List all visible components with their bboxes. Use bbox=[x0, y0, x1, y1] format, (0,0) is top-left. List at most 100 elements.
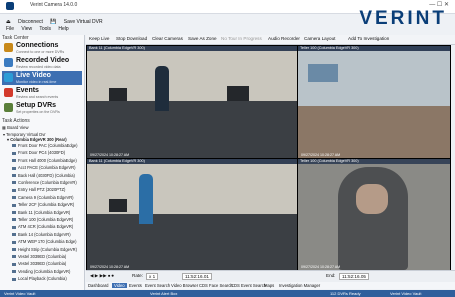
task-events[interactable]: Events Review and search events bbox=[2, 86, 82, 100]
app-title: Verint Camera 14.0.0 bbox=[30, 2, 78, 8]
camera-icon bbox=[12, 233, 16, 237]
tab-maps[interactable]: Maps bbox=[264, 283, 274, 288]
main-toolbar: Keep Live Stop Download Clear Cameras Sa… bbox=[86, 35, 455, 45]
tab-investigation-manager[interactable]: Investigation Manager bbox=[279, 283, 320, 288]
camera-tree-item[interactable]: Entry Hall PTZ (3020PTZ) bbox=[12, 187, 65, 192]
tab-video-browser[interactable]: Video Browser bbox=[171, 283, 198, 288]
disconnect-button[interactable]: ⏏ Disconnect bbox=[6, 16, 43, 25]
camera-icon bbox=[12, 174, 16, 178]
person-figure bbox=[139, 174, 153, 224]
camera-icon bbox=[12, 188, 16, 192]
camera-icon bbox=[12, 211, 16, 215]
left-panel: Task Center Connections Connect to one o… bbox=[0, 35, 85, 290]
rate-select[interactable]: x 1 bbox=[146, 273, 159, 280]
save-virtual-dvr-button[interactable]: 💾 Save Virtual DVR bbox=[50, 16, 102, 25]
camera-icon bbox=[12, 277, 16, 281]
playback-bar: ◀ ▶ ▶▶ ⏹ ⏺ Rate: x 1 11:52:16.01 End: 11… bbox=[86, 270, 455, 282]
tab-event-search[interactable]: Event Search bbox=[145, 283, 170, 288]
tab-cds-event-search[interactable]: CDS Event Search bbox=[231, 283, 266, 288]
camera-layout-select[interactable]: Camera Layout bbox=[304, 36, 335, 41]
camera-tree-item[interactable]: Front Door PAC (ColumbiaEdge) bbox=[12, 143, 78, 148]
tab-video[interactable]: Video bbox=[112, 283, 127, 288]
menu-bar: File View Tools Help bbox=[0, 26, 200, 34]
tile-title: Bank 11 (Columbia EdgeVR 300) bbox=[87, 159, 297, 164]
setup-dvrs-icon bbox=[4, 103, 13, 112]
camera-tree-item[interactable]: ATM 4CR (Columbia EdgeVR) bbox=[12, 224, 73, 229]
camera-icon bbox=[12, 262, 16, 266]
task-setup-dvrs[interactable]: Setup DVRs Set properties on the DVRs bbox=[2, 101, 82, 115]
time-field[interactable]: 11:52:16.01 bbox=[182, 273, 212, 280]
keep-live-button[interactable]: Keep Live bbox=[89, 36, 109, 41]
recorded-video-icon bbox=[4, 58, 13, 67]
task-connections[interactable]: Connections Connect to one or more DVRs bbox=[2, 41, 82, 55]
person-figure bbox=[155, 66, 169, 111]
camera-icon bbox=[12, 248, 16, 252]
task-live-video[interactable]: Live Video Monitor video in real-time bbox=[2, 71, 82, 85]
poster-shape bbox=[308, 64, 338, 82]
monitor-shape bbox=[227, 86, 249, 101]
camera-tree-item[interactable]: Height Strip (Columbia EdgeVR) bbox=[12, 247, 77, 252]
status-mid: Verint Alert Box bbox=[150, 291, 178, 296]
camera-tree-item[interactable]: ATM WEP 170 (Columbia Edge) bbox=[12, 239, 77, 244]
window-controls[interactable]: — ☐ ✕ bbox=[429, 1, 449, 8]
camera-tree-item[interactable]: Back Hall (4030FD) (Columbia) bbox=[12, 173, 75, 178]
camera-tree-item[interactable]: Camera 9 (Columbia EdgeVR) bbox=[12, 195, 74, 200]
tile-title: Bank 11 (Columbia EdgeVR 300) bbox=[87, 46, 297, 51]
menu-help[interactable]: Help bbox=[58, 26, 68, 32]
tab-events[interactable]: Events bbox=[129, 283, 142, 288]
save-as-zone-button[interactable]: Save As Zone bbox=[188, 36, 217, 41]
tile-title: Teller 100 (Columbia EdgeVR 300) bbox=[298, 46, 450, 51]
video-scene-floor bbox=[87, 214, 297, 270]
tile-timestamp: 09/27/2024 10:28:27 AM bbox=[301, 265, 341, 269]
video-tile[interactable]: Teller 100 (Columbia EdgeVR 300) 09/27/2… bbox=[297, 45, 451, 159]
camera-icon bbox=[12, 196, 16, 200]
stop-download-button[interactable]: Stop Download bbox=[116, 36, 147, 41]
tree-group[interactable]: ▾ Columbia EdgeVR 300 (Rear) bbox=[7, 137, 67, 142]
camera-tree-item[interactable]: Local Playback (Columbia) bbox=[12, 276, 67, 281]
camera-tree-item[interactable]: Front Hall 4000 (ColumbiaEdge) bbox=[12, 158, 77, 163]
camera-tree-item[interactable]: Bank 14 (Columbia EdgeVR) bbox=[12, 232, 71, 237]
add-to-investigation-button[interactable]: Add To Investigation bbox=[348, 36, 389, 41]
tab-dashboard[interactable]: Dashboard bbox=[88, 283, 109, 288]
camera-icon bbox=[12, 203, 16, 207]
connections-icon bbox=[4, 43, 13, 52]
menu-file[interactable]: File bbox=[6, 26, 14, 32]
events-icon bbox=[4, 88, 13, 97]
task-recorded-video[interactable]: Recorded Video Review recorded video dat… bbox=[2, 56, 82, 70]
camera-tree-item[interactable]: Vestel 3039ED (Columbia) bbox=[12, 261, 66, 266]
menu-view[interactable]: View bbox=[21, 26, 32, 32]
playback-controls-icon[interactable]: ◀ ▶ ▶▶ ⏹ ⏺ bbox=[90, 273, 114, 279]
camera-icon bbox=[12, 159, 16, 163]
bottom-tabs: Dashboard Video Events Event Search Vide… bbox=[86, 282, 455, 289]
status-right-ready: 112 DVRs Ready bbox=[330, 291, 361, 296]
camera-tree-item[interactable]: Conference (Columbia EdgeVR) bbox=[12, 180, 77, 185]
face-shape bbox=[356, 184, 388, 214]
camera-icon bbox=[12, 255, 16, 259]
clear-cameras-button[interactable]: Clear Cameras bbox=[152, 36, 183, 41]
camera-tree-item[interactable]: Teller 2CF (Columbia EdgeVR) bbox=[12, 202, 74, 207]
camera-tree-item[interactable]: Teller 100 (Columbia EdgeVR) bbox=[12, 217, 73, 222]
board-view-bar[interactable]: ▦ Board View bbox=[2, 125, 82, 131]
camera-tree-item[interactable]: Front Door PC4 (4030FD) bbox=[12, 150, 65, 155]
tab-cds-face-search[interactable]: CDS Face Search bbox=[199, 283, 233, 288]
monitor-shape bbox=[109, 199, 127, 212]
end-time-field[interactable]: 11:52:16.05 bbox=[339, 273, 369, 280]
tile-timestamp: 09/27/2024 10:28:27 AM bbox=[301, 153, 341, 157]
camera-tree-item[interactable]: Vending (Columbia EdgeVR) bbox=[12, 269, 70, 274]
menu-tools[interactable]: Tools bbox=[39, 26, 51, 32]
camera-tree-item[interactable]: Vestel 3039ED (Columbia) bbox=[12, 254, 66, 259]
brand-logo: VERINT bbox=[359, 8, 447, 29]
tile-title: Teller 100 (Columbia EdgeVR 300) bbox=[298, 159, 450, 164]
camera-tree-item[interactable]: Bank 11 (Columbia EdgeVR) bbox=[12, 210, 70, 215]
video-tile[interactable]: Teller 100 (Columbia EdgeVR 300) 09/27/2… bbox=[297, 158, 451, 271]
end-label: End: bbox=[326, 273, 336, 278]
audio-recorder-button[interactable]: Audio Recorder bbox=[268, 36, 300, 41]
app-logo-icon bbox=[6, 2, 14, 10]
camera-tree-item[interactable]: Acct PACE (Columbia EdgeVR) bbox=[12, 165, 75, 170]
video-scene-counter bbox=[298, 106, 450, 158]
video-tile[interactable]: Bank 11 (Columbia EdgeVR 300) 09/27/2024… bbox=[86, 158, 298, 271]
tile-timestamp: 09/27/2024 10:28:27 AM bbox=[90, 265, 130, 269]
monitor-shape bbox=[109, 88, 127, 101]
video-tile[interactable]: Bank 11 (Columbia EdgeVR 300) 09/27/2024… bbox=[86, 45, 298, 159]
tour-status: No Tour In Progress bbox=[221, 36, 262, 41]
